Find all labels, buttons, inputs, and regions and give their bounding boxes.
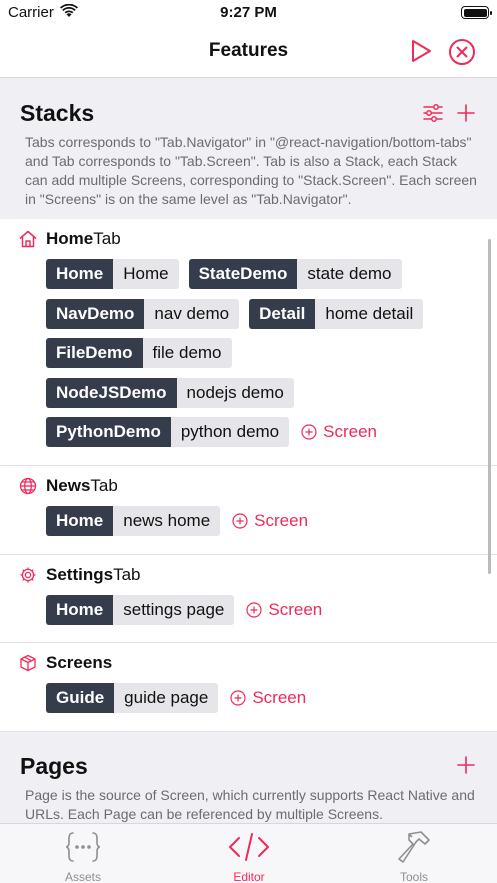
tab-name: Home <box>46 229 94 248</box>
tab-suffix: Tab <box>90 475 118 495</box>
tab-name: Screens <box>46 653 113 673</box>
screen-key: FileDemo <box>46 338 143 369</box>
screen-key: Guide <box>46 683 115 714</box>
screen-chip[interactable]: StateDemo state demo <box>188 259 402 289</box>
screen-chip[interactable]: FileDemo file demo <box>46 338 232 369</box>
screen-key: NodeJSDemo <box>46 377 177 408</box>
tab-block-settings: Settings Tab Home settings page Screen <box>0 554 497 644</box>
tab-block-news: News Tab Home news home Screen <box>0 465 497 555</box>
plus-circle-icon <box>246 601 262 618</box>
screen-key: StateDemo <box>188 259 298 289</box>
tab-suffix: Tab <box>93 229 121 248</box>
screen-key: PythonDemo <box>46 417 171 448</box>
features-content[interactable]: Stacks Tabs corresponds to "Tab.Navigato… <box>0 79 497 823</box>
screen-chip[interactable]: Home settings page <box>46 594 235 625</box>
pages-title: Pages <box>20 752 88 779</box>
tab-label: Assets <box>64 870 101 883</box>
screen-list: Home Home StateDemo state demo NavDemo nav … <box>0 250 497 457</box>
screen-list: Home settings page Screen <box>0 586 497 635</box>
screen-chip[interactable]: Home news home <box>46 505 221 536</box>
add-page-icon[interactable] <box>457 755 475 774</box>
stacks-description: Tabs corresponds to "Tab.Navigator" in "… <box>25 134 477 207</box>
tab-block-screens: Screens Guide guide page Screen <box>0 643 497 732</box>
screen-value: settings page <box>113 594 235 625</box>
add-screen-button[interactable]: Screen <box>246 595 322 625</box>
tab-name: Settings <box>46 564 114 584</box>
tab-label: Editor <box>233 870 265 883</box>
tab-block-home: Home Tab Home Home StateDemo state demo Nav… <box>0 219 497 466</box>
close-circle-icon[interactable] <box>448 38 476 66</box>
tab-header-news[interactable]: News Tab <box>0 475 497 497</box>
plus-circle-icon <box>301 424 317 440</box>
play-icon[interactable] <box>408 38 434 64</box>
stacks-title: Stacks <box>20 100 95 126</box>
tab-header-settings[interactable]: Settings Tab <box>0 564 497 586</box>
screen-chip[interactable]: Guide guide page <box>46 683 219 714</box>
screen-key: Home <box>46 505 114 536</box>
tab-name: News <box>46 475 91 495</box>
status-time: 9:27 PM <box>220 4 277 21</box>
tab-header-screens[interactable]: Screens <box>0 652 497 674</box>
screen-chip[interactable]: Detail home detail <box>249 298 424 329</box>
braces-icon <box>23 830 143 864</box>
screen-value: Home <box>113 259 179 289</box>
screen-chip[interactable]: Home Home <box>46 259 179 289</box>
tab-tools[interactable]: Tools <box>354 830 474 883</box>
screen-list: Home news home Screen <box>0 497 497 546</box>
navigation-bar: Features <box>0 26 497 78</box>
pages-description: Page is the source of Screen, which curr… <box>25 786 475 822</box>
gear-icon <box>18 565 38 585</box>
screen-key: Home <box>46 594 114 625</box>
add-screen-label: Screen <box>268 599 323 619</box>
screen-key: Home <box>46 259 114 289</box>
screen-value: nav demo <box>144 298 240 329</box>
screen-value: state demo <box>297 259 402 289</box>
add-screen-label: Screen <box>252 688 307 708</box>
tab-suffix: Tab <box>113 564 141 584</box>
screen-list: Guide guide page Screen <box>0 674 497 723</box>
battery-icon <box>461 6 492 19</box>
plus-circle-icon <box>230 690 246 706</box>
code-icon <box>189 830 309 864</box>
hammer-icon <box>354 830 474 864</box>
tab-label: Tools <box>399 870 428 883</box>
bottom-tab-bar: Assets Editor Tools <box>0 823 497 883</box>
add-screen-label: Screen <box>254 510 309 530</box>
home-icon <box>18 229 38 249</box>
tab-editor[interactable]: Editor <box>189 830 309 883</box>
tab-header-home[interactable]: Home Tab <box>0 228 497 250</box>
screen-key: Detail <box>249 298 316 329</box>
screen-chip[interactable]: NavDemo nav demo <box>46 298 240 329</box>
screen-value: python demo <box>170 417 290 448</box>
cube-icon <box>18 653 38 673</box>
screen-value: nodejs demo <box>176 377 294 408</box>
add-screen-label: Screen <box>323 422 378 442</box>
globe-icon <box>18 476 38 496</box>
plus-circle-icon <box>232 513 248 529</box>
stacks-section-header: Stacks Tabs corresponds to "Tab.Navigato… <box>0 79 497 219</box>
scrollbar[interactable] <box>488 239 491 574</box>
screen-value: home detail <box>315 298 424 329</box>
status-bar: Carrier 9:27 PM <box>0 0 497 26</box>
screen-value: guide page <box>114 683 219 714</box>
add-screen-button[interactable]: Screen <box>301 417 377 447</box>
screen-chip[interactable]: NodeJSDemo nodejs demo <box>46 377 294 408</box>
add-screen-button[interactable]: Screen <box>230 683 306 713</box>
sliders-icon[interactable] <box>423 103 443 123</box>
add-stack-icon[interactable] <box>457 104 475 122</box>
tab-assets[interactable]: Assets <box>23 830 143 883</box>
screen-chip[interactable]: PythonDemo python demo <box>46 417 290 448</box>
screen-value: news home <box>113 505 221 536</box>
add-screen-button[interactable]: Screen <box>232 506 308 536</box>
screen-value: file demo <box>142 338 232 369</box>
pages-section-header: Pages Page is the source of Screen, whic… <box>0 731 497 823</box>
screen-key: NavDemo <box>46 298 145 329</box>
